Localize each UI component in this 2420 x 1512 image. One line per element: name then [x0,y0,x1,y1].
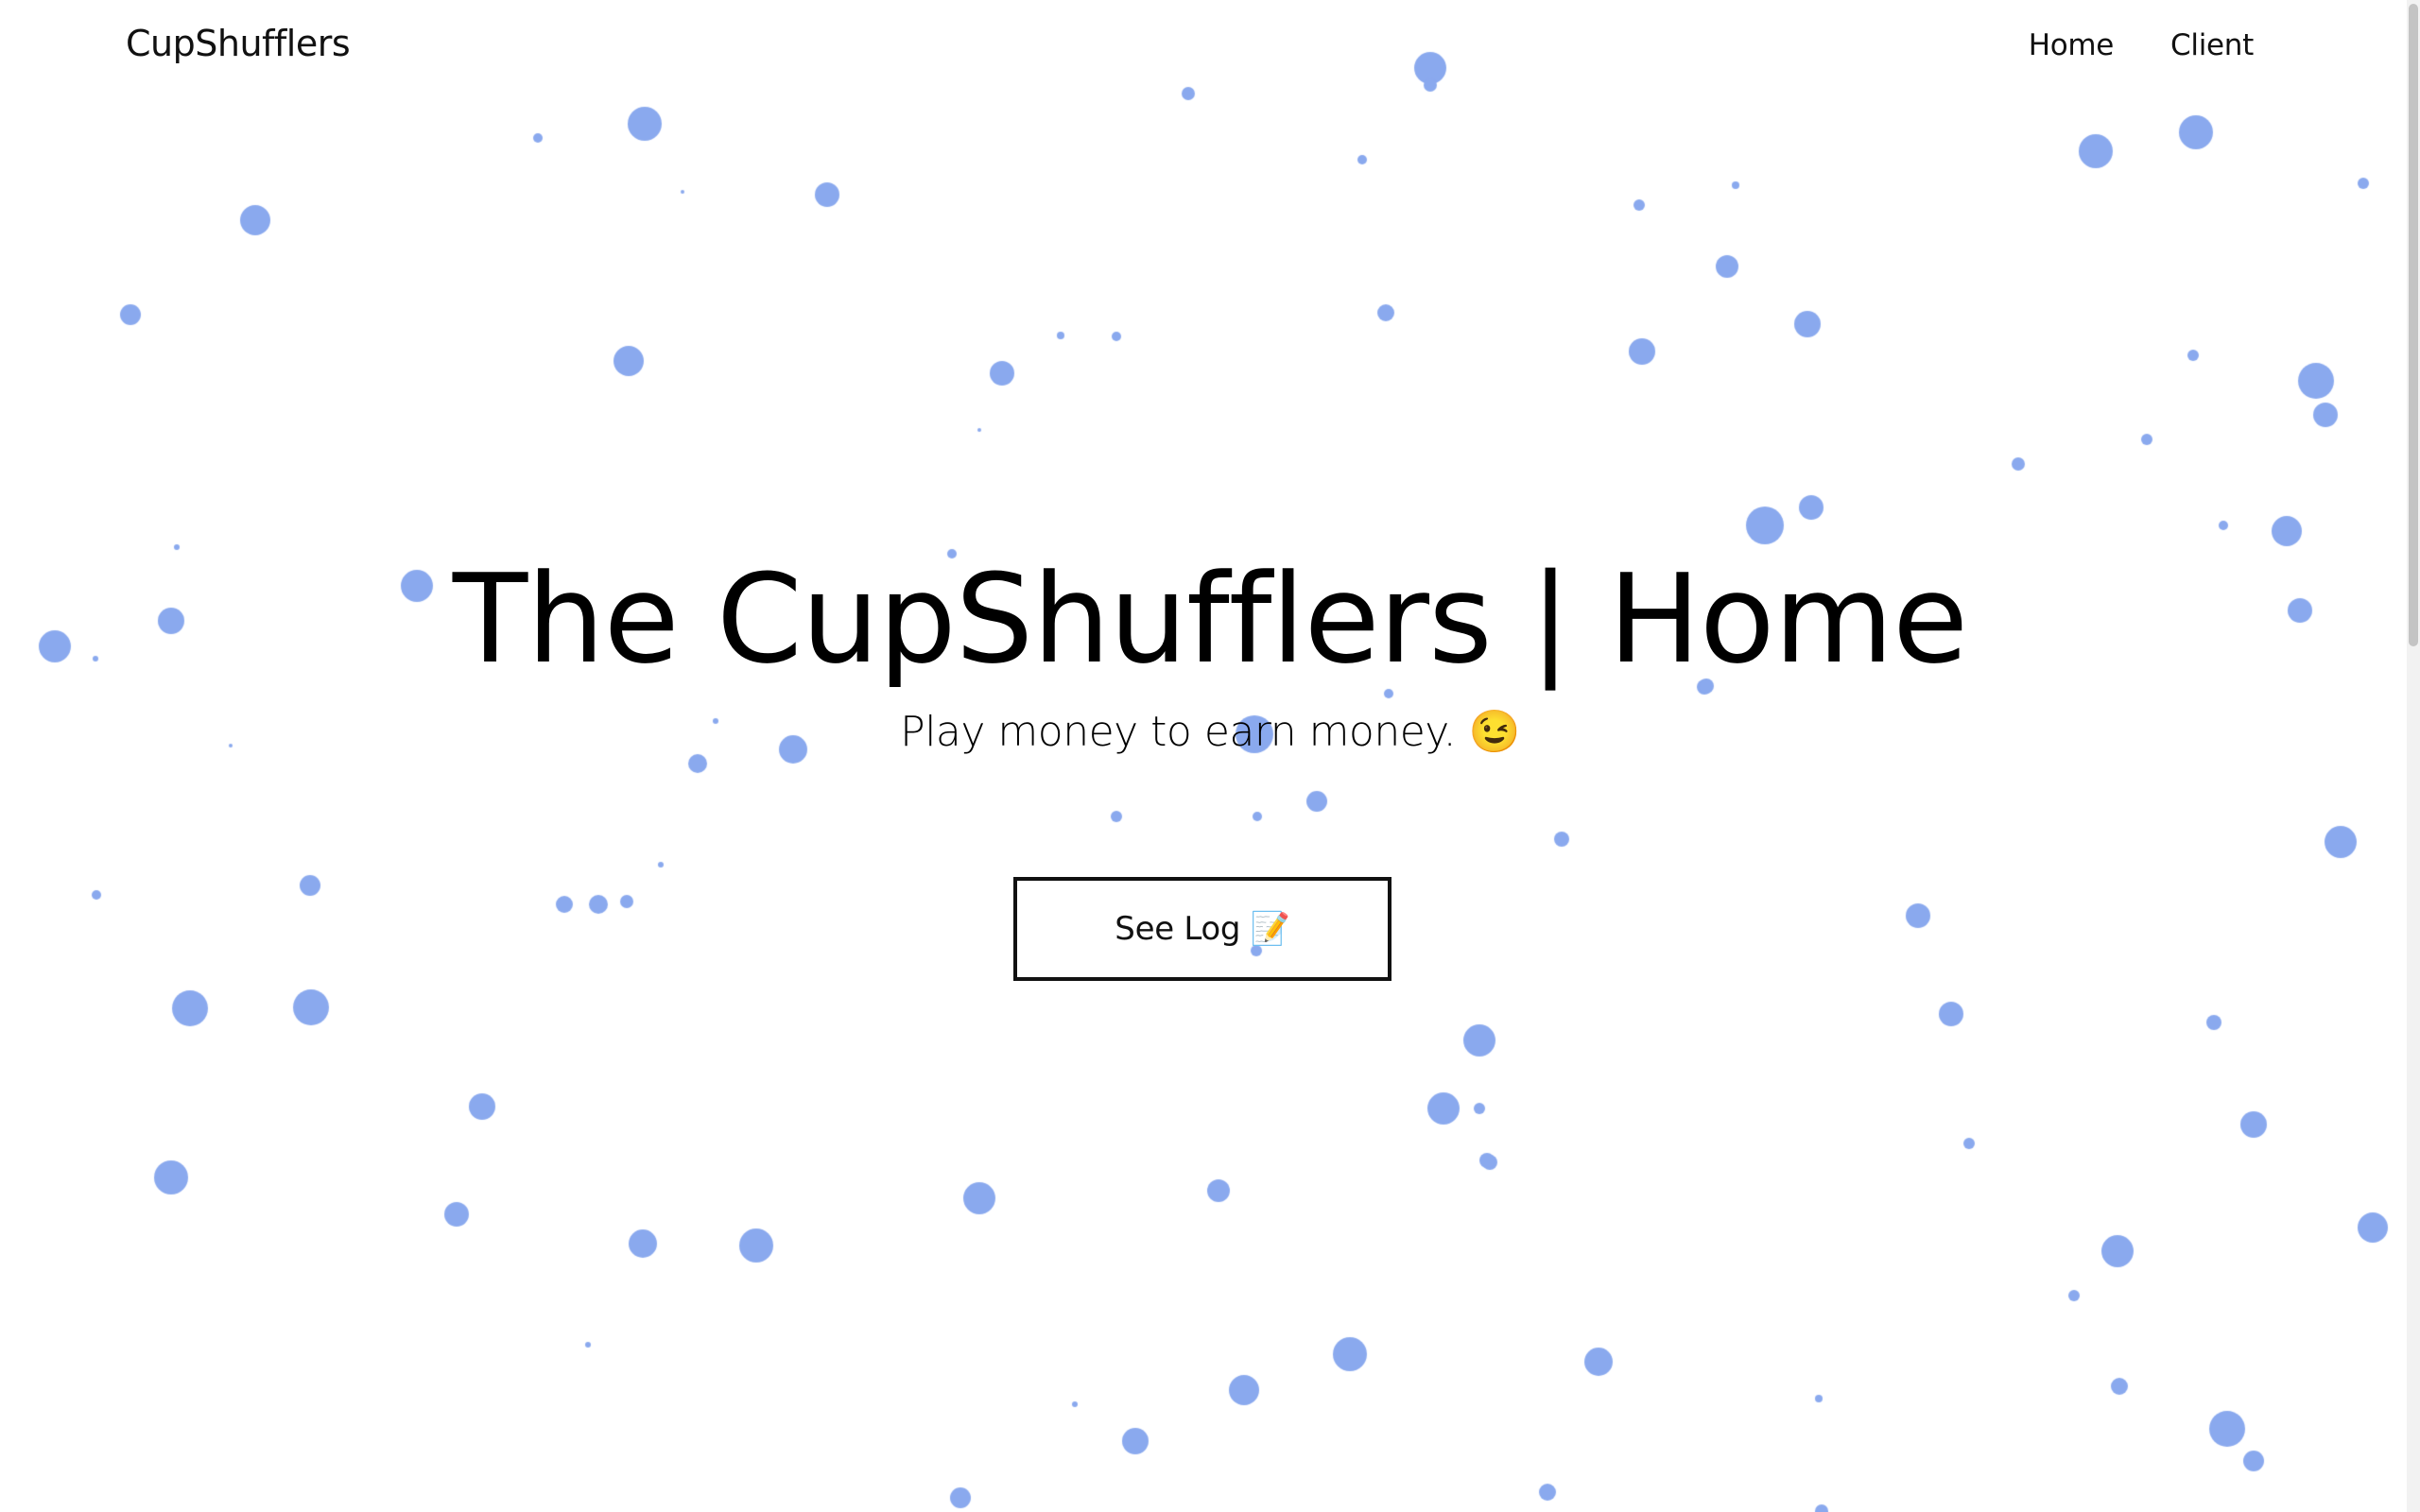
nav-link-home[interactable]: Home [2029,28,2115,62]
scrollbar-thumb[interactable] [2409,4,2418,646]
page-title: The CupShufflers | Home [452,547,1968,691]
page: CupShufflers Home Client The CupShuffler… [0,0,2420,1512]
page-scrollbar[interactable] [2407,0,2420,1512]
nav-link-client[interactable]: Client [2170,28,2254,62]
hero-subtitle: Play money to earn money. 😉 [900,708,1520,756]
particle-background [0,0,2420,1512]
see-log-button[interactable]: See Log 📝 [1013,877,1392,981]
brand-logo-link[interactable]: CupShufflers [126,23,351,64]
navbar: CupShufflers Home Client [0,0,2420,94]
nav-links: Home Client [2029,28,2255,62]
